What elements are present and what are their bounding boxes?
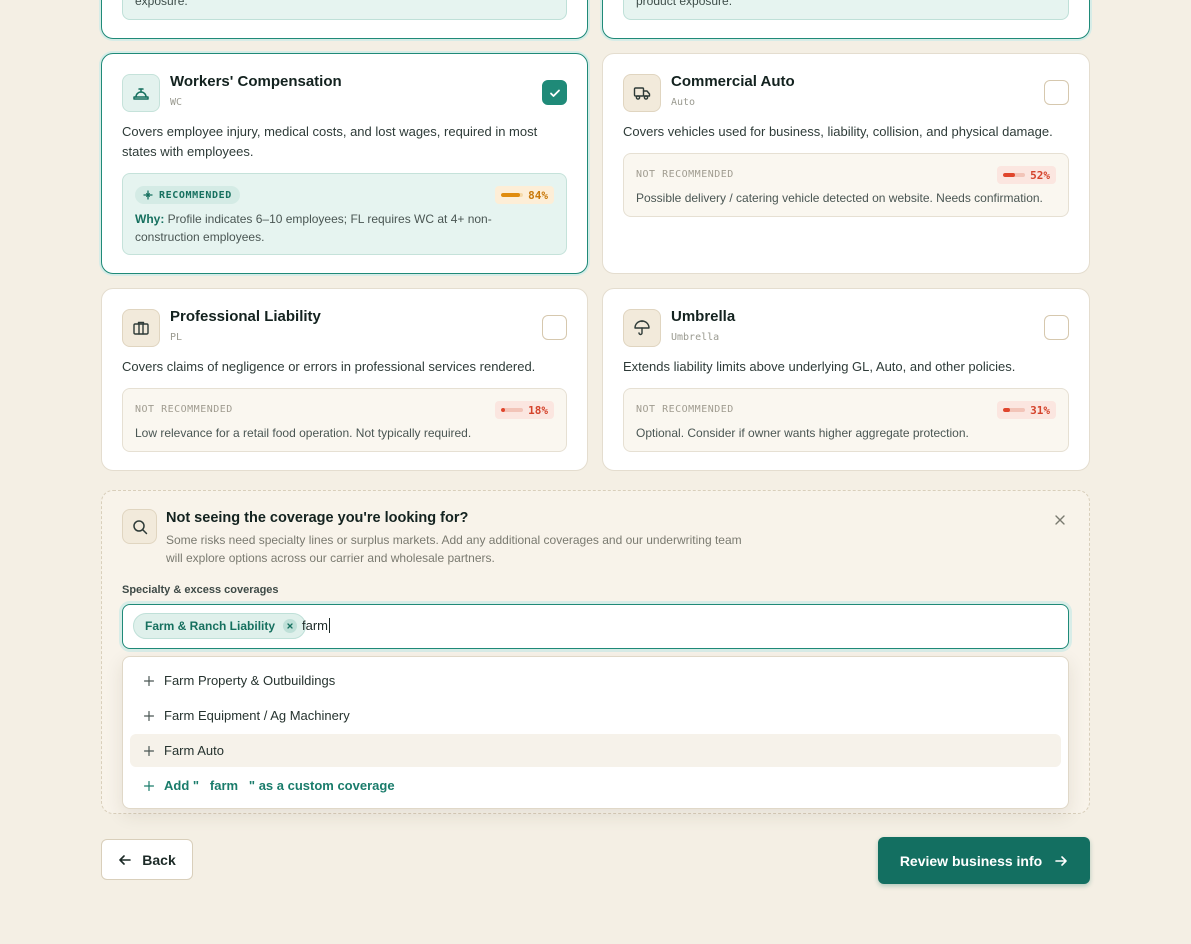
confidence-value: 52%	[1030, 168, 1050, 182]
recommendation-box: RECOMMENDED 84% Why: Profile indicates 6…	[122, 173, 567, 255]
confidence-bar	[501, 408, 524, 412]
sparkle-icon	[143, 190, 153, 200]
card-description: Covers claims of negligence or errors in…	[122, 359, 536, 374]
recommendation-box: NOT RECOMMENDED 18% Low relevance for a …	[122, 388, 567, 452]
custom-option-label: Add " farm " as a custom coverage	[164, 778, 395, 793]
card-code: Umbrella	[671, 332, 720, 343]
arrow-left-icon	[119, 854, 132, 865]
next-label: Review business info	[899, 852, 1043, 869]
coverage-card-workers-comp[interactable]: Workers' Compensation WC Covers employee…	[101, 53, 588, 274]
recommendation-box: exposure.	[122, 0, 567, 20]
plus-icon	[144, 675, 154, 686]
card-code: Auto	[671, 97, 696, 108]
confidence-value: 18%	[528, 403, 548, 417]
card-code: WC	[170, 97, 183, 108]
specialty-search-input[interactable]: Farm & Ranch Liability farm	[122, 604, 1069, 649]
suggestion-dropdown: Farm Property & Outbuildings Farm Equipm…	[122, 656, 1069, 809]
reason-text: Profile indicates 6–10 employees; FL req…	[135, 212, 492, 244]
recommendation-label: RECOMMENDED	[159, 189, 232, 201]
confidence-score: 31%	[997, 401, 1056, 419]
confidence-bar	[1003, 408, 1026, 412]
card-title: Umbrella	[671, 308, 736, 325]
recommended-badge: RECOMMENDED	[135, 186, 240, 204]
confidence-value: 31%	[1030, 403, 1050, 417]
specialty-description: Some risks need specialty lines or surpl…	[166, 533, 742, 565]
recommendation-box: product exposure.	[623, 0, 1069, 20]
select-checkbox[interactable]	[1044, 80, 1069, 105]
select-checkbox[interactable]	[542, 80, 567, 105]
card-title: Professional Liability	[170, 308, 321, 325]
option-label: Farm Auto	[164, 743, 224, 758]
select-checkbox[interactable]	[1044, 315, 1069, 340]
remove-chip-icon[interactable]	[283, 619, 298, 633]
hard-hat-icon	[122, 74, 160, 112]
select-checkbox[interactable]	[542, 315, 567, 340]
recommendation-box: NOT RECOMMENDED 31% Optional. Consider i…	[623, 388, 1069, 452]
close-icon[interactable]	[1053, 513, 1067, 527]
confidence-bar	[501, 193, 524, 197]
briefcase-icon	[122, 309, 160, 347]
plus-icon	[144, 780, 154, 791]
confidence-value: 84%	[528, 188, 548, 202]
truck-icon	[623, 74, 661, 112]
confidence-bar	[1003, 173, 1026, 177]
card-description: Covers employee injury, medical costs, a…	[122, 124, 538, 159]
recommendation-text: exposure.	[135, 0, 188, 8]
option-label: Farm Property & Outbuildings	[164, 673, 336, 688]
recommendation-reason: Why: Profile indicates 6–10 employees; F…	[135, 210, 554, 246]
suggestion-option-highlighted[interactable]: Farm Auto	[130, 734, 1061, 767]
review-business-info-button[interactable]: Review business info	[878, 837, 1090, 884]
selected-coverage-chip: Farm & Ranch Liability	[133, 613, 307, 639]
recommendation-reason: Optional. Consider if owner wants higher…	[636, 426, 969, 440]
card-description: Extends liability limits above underlyin…	[623, 359, 1016, 374]
recommendation-label: NOT RECOMMENDED	[636, 169, 734, 180]
recommendation-reason: Possible delivery / catering vehicle det…	[636, 191, 1043, 205]
specialty-title: Not seeing the coverage you're looking f…	[166, 510, 469, 526]
card-description: Covers vehicles used for business, liabi…	[623, 124, 1053, 139]
card-title: Commercial Auto	[671, 73, 795, 90]
search-icon	[122, 509, 157, 544]
specialty-coverage-panel: Not seeing the coverage you're looking f…	[101, 490, 1090, 814]
recommendation-box: NOT RECOMMENDED 52% Possible delivery / …	[623, 153, 1069, 217]
plus-icon	[144, 710, 154, 721]
suggestion-option[interactable]: Farm Property & Outbuildings	[130, 664, 1061, 697]
add-custom-coverage-option[interactable]: Add " farm " as a custom coverage	[130, 769, 1061, 802]
recommendation-reason: Low relevance for a retail food operatio…	[135, 426, 472, 440]
arrow-right-icon	[1055, 855, 1067, 866]
coverage-card-top-left[interactable]: exposure.	[101, 0, 588, 39]
back-button[interactable]: Back	[101, 839, 193, 880]
recommendation-label: NOT RECOMMENDED	[135, 404, 233, 415]
coverage-card-umbrella[interactable]: Umbrella Umbrella Extends liability limi…	[602, 288, 1090, 471]
back-label: Back	[142, 851, 176, 868]
plus-icon	[144, 745, 154, 756]
specialty-field-label: Specialty & excess coverages	[122, 584, 279, 596]
confidence-score: 84%	[495, 186, 554, 204]
confidence-score: 52%	[997, 166, 1056, 184]
suggestion-option[interactable]: Farm Equipment / Ag Machinery	[130, 699, 1061, 732]
chip-label: Farm & Ranch Liability	[145, 619, 276, 633]
search-query[interactable]: farm	[302, 618, 330, 633]
option-label: Farm Equipment / Ag Machinery	[164, 708, 350, 723]
why-label: Why:	[135, 212, 165, 226]
coverage-card-commercial-auto[interactable]: Commercial Auto Auto Covers vehicles use…	[602, 53, 1090, 274]
coverage-card-professional-liability[interactable]: Professional Liability PL Covers claims …	[101, 288, 588, 471]
recommendation-label: NOT RECOMMENDED	[636, 404, 734, 415]
recommendation-text: product exposure.	[636, 0, 733, 8]
check-icon	[549, 89, 560, 97]
coverage-card-top-right[interactable]: product exposure.	[602, 0, 1090, 39]
umbrella-icon	[623, 309, 661, 347]
confidence-score: 18%	[495, 401, 554, 419]
card-title: Workers' Compensation	[170, 73, 342, 90]
card-code: PL	[170, 332, 183, 343]
